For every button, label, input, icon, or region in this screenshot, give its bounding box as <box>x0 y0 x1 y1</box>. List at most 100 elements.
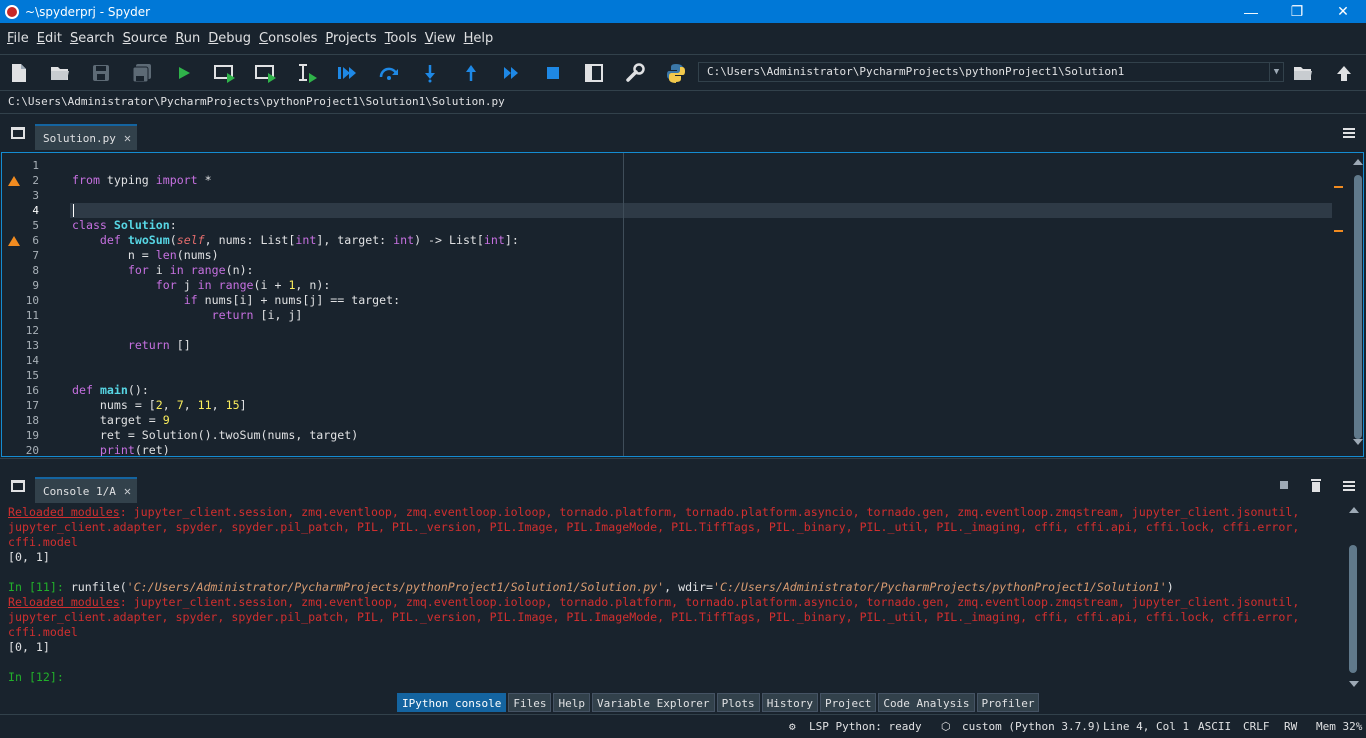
close-button[interactable]: ✕ <box>1320 0 1366 23</box>
maximize-pane-icon[interactable] <box>581 61 607 85</box>
tab-variable-explorer[interactable]: Variable Explorer <box>591 693 715 712</box>
working-directory-value: C:\Users\Administrator\PycharmProjects\p… <box>707 65 1125 78</box>
line-number: 18 <box>25 414 39 427</box>
console-scrollbar[interactable] <box>1348 507 1360 687</box>
editor-scrollbar[interactable] <box>1352 157 1363 447</box>
tab-solution-py[interactable]: Solution.py ✕ <box>35 124 138 150</box>
trash-icon[interactable] <box>1310 478 1322 495</box>
menu-tools[interactable]: Tools <box>381 31 421 46</box>
cursor-position: Line 4, Col 1 <box>1103 720 1190 733</box>
scroll-thumb[interactable] <box>1354 175 1362 439</box>
save-all-icon[interactable] <box>129 61 155 85</box>
memory-usage: Mem 32% <box>1316 720 1363 733</box>
tab-project[interactable]: Project <box>820 693 877 712</box>
menu-debug[interactable]: Debug <box>204 31 255 46</box>
scroll-down-arrow-icon[interactable] <box>1353 439 1363 445</box>
menu-edit[interactable]: Edit <box>33 31 66 46</box>
code-line: def twoSum(self, nums: List[int], target… <box>99 233 519 247</box>
working-directory-combo[interactable]: C:\Users\Administrator\PycharmProjects\p… <box>698 62 1284 82</box>
run-cell-icon[interactable] <box>212 61 238 85</box>
menu-source[interactable]: Source <box>119 31 172 46</box>
python-environment[interactable]: custom (Python 3.7.9) <box>962 720 1101 733</box>
new-file-icon[interactable] <box>6 61 32 85</box>
current-line-highlight <box>70 203 1332 218</box>
console-prompt[interactable]: In [12]: <box>8 670 71 685</box>
scroll-up-arrow-icon[interactable] <box>1349 507 1359 513</box>
ipython-console[interactable]: Reloaded modules: jupyter_client.session… <box>0 504 1366 690</box>
warning-icon[interactable] <box>8 176 20 186</box>
step-return-icon[interactable] <box>458 61 484 85</box>
interrupt-kernel-icon[interactable] <box>1280 481 1288 489</box>
stop-debug-icon[interactable] <box>540 61 566 85</box>
menu-consoles[interactable]: Consoles <box>255 31 321 46</box>
menu-projects[interactable]: Projects <box>321 31 380 46</box>
continue-icon[interactable] <box>499 61 525 85</box>
dock-tabs: IPython console Files Help Variable Expl… <box>397 693 1041 712</box>
pane-splitter[interactable] <box>0 458 1366 466</box>
console-line: cffi.model <box>8 625 78 639</box>
close-tab-icon[interactable]: ✕ <box>124 131 131 145</box>
menu-run[interactable]: Run <box>171 31 204 46</box>
line-number: 12 <box>25 324 39 337</box>
menu-search[interactable]: Search <box>66 31 119 46</box>
line-endings: CRLF <box>1243 720 1270 733</box>
run-selection-icon[interactable] <box>294 61 320 85</box>
tab-plots[interactable]: Plots <box>716 693 760 712</box>
code-line: from typing import * <box>72 173 212 187</box>
code-line: for j in range(i + 1, n): <box>155 278 331 292</box>
scroll-up-arrow-icon[interactable] <box>1353 159 1363 165</box>
console-line: jupyter_client.adapter, spyder, spyder.p… <box>8 610 1300 624</box>
scroll-thumb[interactable] <box>1349 545 1357 673</box>
tab-code-analysis[interactable]: Code Analysis <box>878 693 975 712</box>
menu-file[interactable]: File <box>3 31 33 46</box>
spyder-logo-icon <box>5 4 19 19</box>
save-icon[interactable] <box>88 61 114 85</box>
open-file-icon[interactable] <box>47 61 73 85</box>
warning-icon[interactable] <box>8 236 20 246</box>
console-input-line: In [11]: runfile('C:/Users/Administrator… <box>8 580 1174 594</box>
tab-label: Console 1/A <box>43 484 116 498</box>
environment-icon: ⬡ <box>941 720 951 733</box>
warning-flag-marker[interactable] <box>1334 186 1343 188</box>
line-number: 8 <box>32 264 39 277</box>
console-tab-strip <box>0 466 1366 504</box>
chevron-down-icon[interactable]: ▼ <box>1269 63 1283 81</box>
line-number-gutter: 1 2 3 4 5 6 7 8 9 10 11 12 13 14 15 16 1… <box>2 153 46 456</box>
menu-view[interactable]: View <box>421 31 460 46</box>
lsp-status-icon: ⚙ <box>789 720 796 733</box>
run-cell-advance-icon[interactable] <box>253 61 279 85</box>
parent-dir-arrow-up-icon[interactable] <box>1331 61 1357 85</box>
console-line: cffi.model <box>8 535 78 549</box>
browse-tabs-icon[interactable] <box>11 480 25 492</box>
warning-flag-marker[interactable] <box>1334 230 1343 232</box>
tab-ipython-console[interactable]: IPython console <box>397 693 507 712</box>
code-editor[interactable]: 1 2 3 4 5 6 7 8 9 10 11 12 13 14 15 16 1… <box>1 152 1364 457</box>
menu-help[interactable]: Help <box>460 31 498 46</box>
line-number: 4 <box>32 204 39 217</box>
lsp-status[interactable]: LSP Python: ready <box>809 720 922 733</box>
editor-options-menu-icon[interactable] <box>1343 128 1355 138</box>
restore-button[interactable]: ❐ <box>1274 0 1320 23</box>
step-into-icon[interactable] <box>417 61 443 85</box>
line-number: 11 <box>25 309 39 322</box>
step-icon[interactable] <box>376 61 402 85</box>
preferences-wrench-icon[interactable] <box>622 61 648 85</box>
console-line: Reloaded modules: jupyter_client.session… <box>8 595 1300 609</box>
browse-tabs-icon[interactable] <box>11 127 25 139</box>
tab-files[interactable]: Files <box>508 693 552 712</box>
tab-console[interactable]: Console 1/A ✕ <box>35 477 138 503</box>
browse-folder-icon[interactable] <box>1290 61 1316 85</box>
python-path-icon[interactable] <box>663 61 689 85</box>
code-line: if nums[i] + nums[j] == target: <box>183 293 401 307</box>
tab-history[interactable]: History <box>761 693 819 712</box>
editor-file-path: C:\Users\Administrator\PycharmProjects\p… <box>8 95 505 108</box>
scroll-down-arrow-icon[interactable] <box>1349 681 1359 687</box>
tab-help[interactable]: Help <box>553 693 590 712</box>
minimize-button[interactable]: — <box>1228 0 1274 23</box>
close-tab-icon[interactable]: ✕ <box>124 484 131 498</box>
line-number: 20 <box>25 444 39 457</box>
run-icon[interactable] <box>171 61 197 85</box>
console-options-menu-icon[interactable] <box>1343 481 1355 491</box>
tab-profiler[interactable]: Profiler <box>976 693 1040 712</box>
debug-icon[interactable] <box>335 61 361 85</box>
